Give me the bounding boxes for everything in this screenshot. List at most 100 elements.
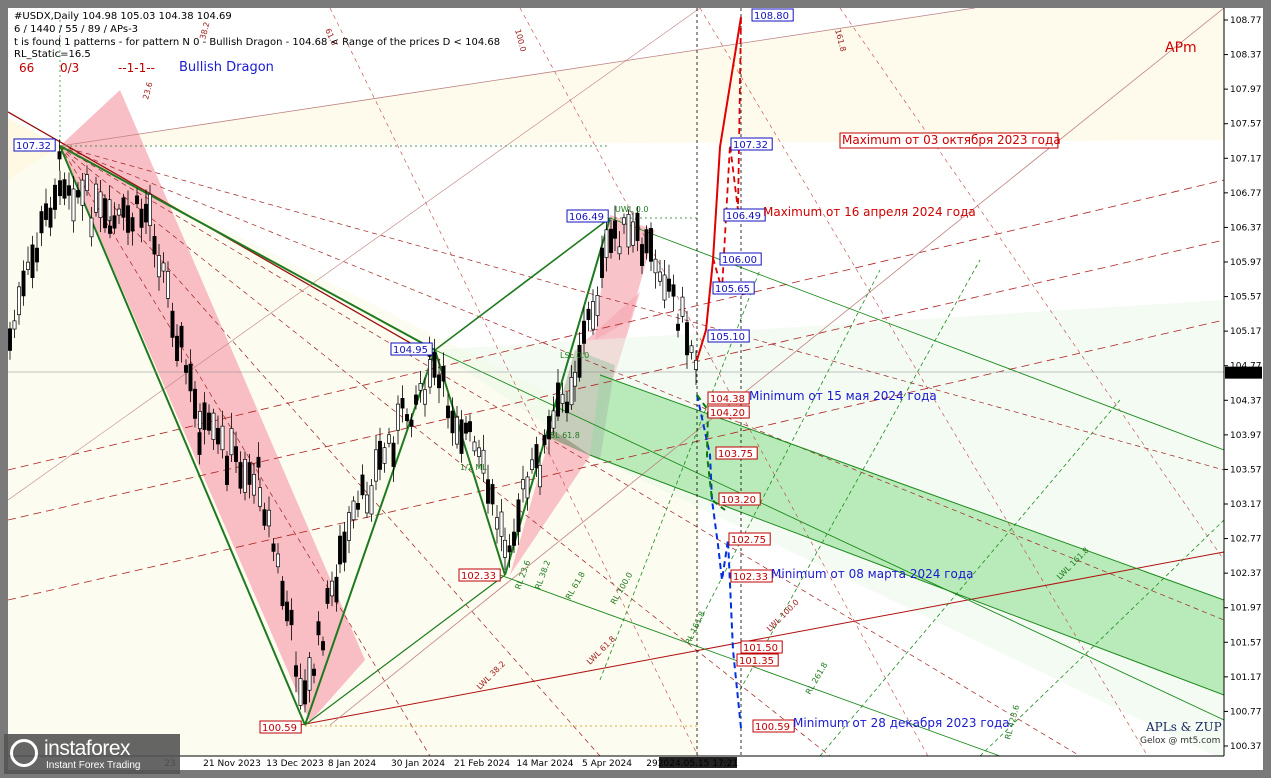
candle-body xyxy=(423,389,427,405)
y-tick-label: 108.37 xyxy=(1230,51,1262,61)
candle-body xyxy=(486,479,490,504)
candle-body xyxy=(622,217,626,225)
candle-body xyxy=(351,500,356,521)
candle-body xyxy=(525,476,530,499)
x-tick-label: 21 Feb 2024 xyxy=(454,759,510,769)
candle-body xyxy=(71,188,76,222)
y-tick-label: 101.97 xyxy=(1230,604,1262,614)
candle-body xyxy=(139,208,144,228)
candle-body xyxy=(188,363,193,392)
candle-body xyxy=(387,434,391,444)
candle-body xyxy=(243,459,247,493)
candle-body xyxy=(560,393,565,404)
candle-body xyxy=(8,328,12,351)
candle-body xyxy=(635,212,640,241)
candle-body xyxy=(342,531,347,563)
candle-body xyxy=(521,479,525,490)
candle-body xyxy=(418,383,423,391)
candle-body xyxy=(667,278,671,292)
candle-body xyxy=(671,284,676,297)
y-tick-label: 101.57 xyxy=(1230,638,1262,648)
candle-body xyxy=(298,678,303,706)
candle-body xyxy=(428,359,432,388)
candle-body xyxy=(166,270,170,299)
candle-body xyxy=(538,464,542,488)
candle-body xyxy=(360,474,365,496)
candle-body xyxy=(216,427,220,445)
candle-body xyxy=(565,401,569,414)
apm-label: APm xyxy=(1165,40,1197,56)
candle-body xyxy=(197,432,202,455)
candle-body xyxy=(542,435,547,446)
price-tag: 102.33 xyxy=(733,572,768,583)
candle-body xyxy=(80,179,85,206)
y-tick-label: 100.37 xyxy=(1230,742,1262,752)
candle-body xyxy=(644,229,649,254)
candle-body xyxy=(89,217,94,238)
y-tick-label: 108.77 xyxy=(1230,16,1262,26)
price-chart[interactable]: 61.8 100.0 161.823.638.21/2 MLUWL 0.0LSL 0… xyxy=(0,0,1271,778)
candle-body xyxy=(534,444,539,469)
candle-body xyxy=(414,394,418,405)
y-tick-label: 101.17 xyxy=(1230,673,1262,683)
annotation-label: Minimum от 28 декабря 2023 года xyxy=(793,716,1010,730)
candle-body xyxy=(569,377,574,406)
candle-body xyxy=(551,410,556,429)
current-date-label: 2024.05.15 17:21 xyxy=(658,759,738,769)
candle-body xyxy=(267,509,271,527)
candle-body xyxy=(573,372,577,387)
candle-body xyxy=(499,511,504,537)
annotation-label: Maximum от 16 апреля 2024 года xyxy=(763,205,976,219)
credits-sub: Gelox @ mt5.com xyxy=(1140,736,1221,746)
candle-body xyxy=(148,193,152,226)
price-tag: 100.59 xyxy=(755,722,790,733)
y-tick-label: 102.37 xyxy=(1230,569,1262,579)
candle-body xyxy=(157,255,161,278)
candle-body xyxy=(464,422,468,434)
candle-body xyxy=(117,208,121,216)
symbol-line: #USDX,Daily 104.98 105.03 104.38 104.69 xyxy=(14,11,232,22)
price-tag: 104.95 xyxy=(393,345,428,356)
candle-body xyxy=(356,503,360,510)
candle-body xyxy=(649,228,653,262)
price-tag: 102.33 xyxy=(461,571,496,582)
candle-body xyxy=(378,440,382,470)
candle-body xyxy=(108,225,112,234)
y-tick-label: 107.57 xyxy=(1230,120,1262,130)
candle-body xyxy=(252,473,256,496)
candle-body xyxy=(303,680,307,705)
candle-body xyxy=(67,185,71,196)
candle-body xyxy=(694,359,698,370)
candle-body xyxy=(211,412,216,440)
instaforex-logo: instaforex Instant Forex Trading xyxy=(4,734,180,774)
price-tag: 100.59 xyxy=(262,723,297,734)
candle-body xyxy=(446,405,450,419)
candle-body xyxy=(98,191,103,219)
candle-body xyxy=(591,301,595,330)
candle-body xyxy=(369,485,374,515)
candle-body xyxy=(609,228,613,253)
candle-body xyxy=(382,447,387,464)
current-price-label: 104.69 xyxy=(1229,369,1261,379)
candle-body xyxy=(44,203,48,220)
candle-body xyxy=(626,214,631,248)
candle-body xyxy=(396,403,400,431)
candle-body xyxy=(455,416,459,445)
candle-body xyxy=(307,657,312,691)
candle-body xyxy=(280,580,285,607)
candle-body xyxy=(103,198,107,229)
logo-name: instaforex xyxy=(44,737,131,760)
candle-body xyxy=(58,180,62,197)
candle-body xyxy=(374,449,378,482)
candle-body xyxy=(490,484,495,505)
candle-body xyxy=(680,296,685,317)
price-tag: 104.20 xyxy=(710,408,745,419)
pattern-info-line: t is found 1 patterns - for pattern N 0 … xyxy=(14,37,501,48)
candle-body xyxy=(330,580,334,597)
x-tick-label: 5 Apr 2024 xyxy=(582,759,632,769)
candle-body xyxy=(432,352,437,378)
candle-body xyxy=(507,545,512,553)
y-tick-label: 104.37 xyxy=(1230,396,1262,406)
x-tick-label: 30 Jan 2024 xyxy=(391,759,445,769)
price-tag: 105.10 xyxy=(710,332,745,343)
